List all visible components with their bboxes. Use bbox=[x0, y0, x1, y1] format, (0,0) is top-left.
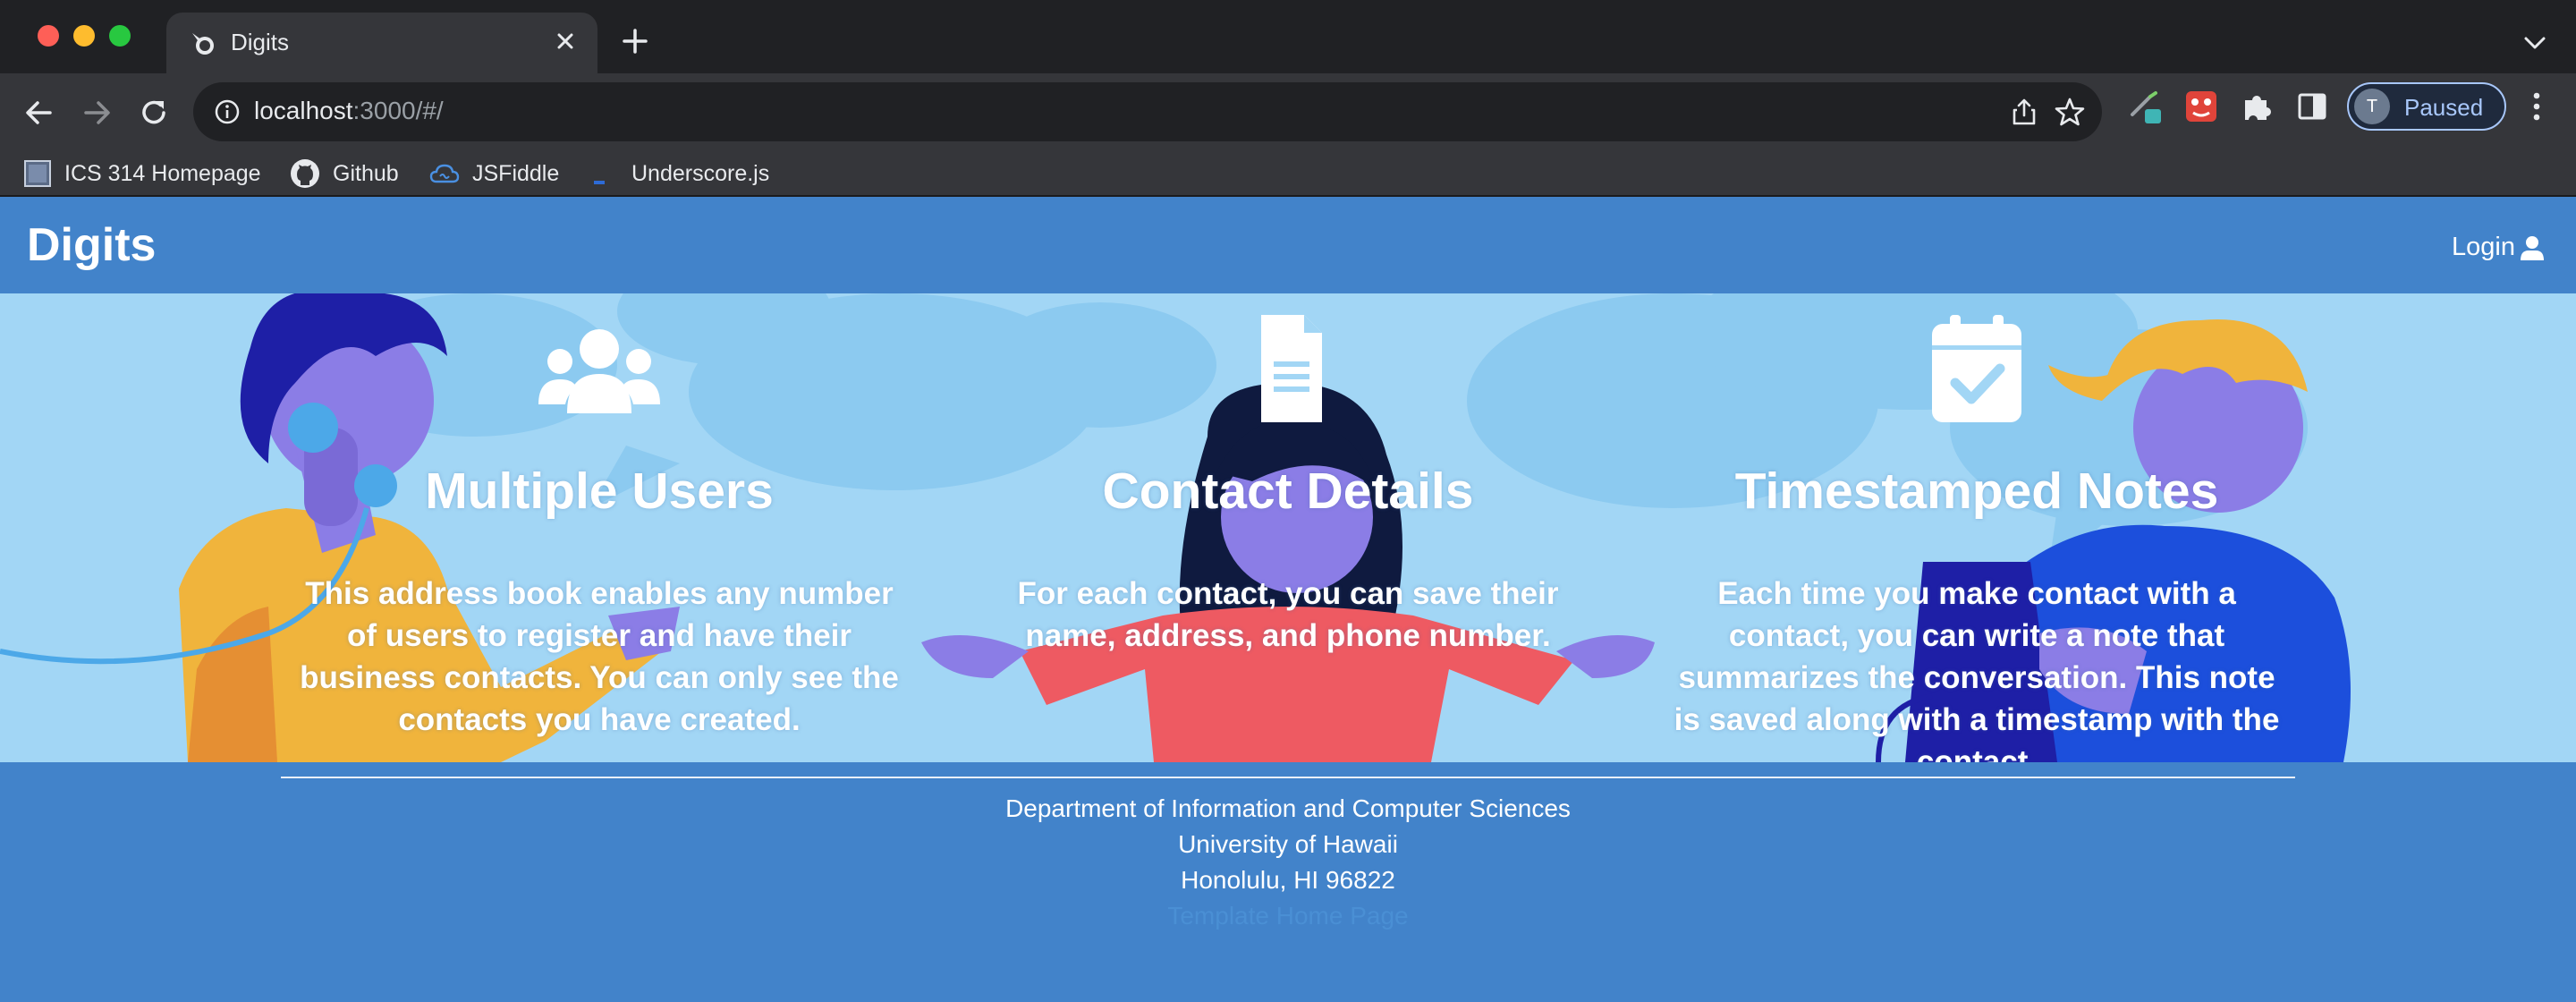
window-close-button[interactable] bbox=[38, 25, 59, 47]
browser-tab-digits[interactable]: Digits bbox=[166, 13, 597, 73]
url-text[interactable]: localhost:3000/#/ bbox=[254, 97, 444, 125]
puzzle-icon[interactable] bbox=[2238, 88, 2275, 125]
landing-hero: Multiple Users This address book enables… bbox=[0, 293, 2576, 762]
file-icon bbox=[1261, 315, 1322, 422]
underscore-icon bbox=[594, 181, 605, 184]
tab-title: Digits bbox=[231, 29, 290, 55]
bookmark-jsfiddle[interactable]: JSFiddle bbox=[429, 157, 559, 190]
feature-title: Multiple Users bbox=[425, 463, 774, 520]
bookmarks-bar: ICS 314 Homepage Github JSFiddle Undersc… bbox=[0, 154, 2576, 197]
footer-divider bbox=[281, 777, 2295, 778]
bookmark-star-icon[interactable] bbox=[2054, 96, 2086, 128]
footer-template-link[interactable]: Template Home Page bbox=[0, 902, 2576, 930]
window-minimize-button[interactable] bbox=[73, 25, 95, 47]
jsfiddle-icon bbox=[429, 164, 460, 183]
bookmark-ics314[interactable]: ICS 314 Homepage bbox=[23, 157, 261, 190]
footer-address: Honolulu, HI 96822 bbox=[1181, 866, 1395, 894]
pen-extension-icon[interactable] bbox=[2127, 88, 2165, 125]
bookmark-label: JSFiddle bbox=[472, 160, 560, 186]
back-arrow-icon[interactable] bbox=[20, 93, 59, 132]
bookmark-label: Github bbox=[333, 160, 399, 186]
share-icon[interactable] bbox=[2009, 97, 2039, 127]
profile-status-label: Paused bbox=[2404, 94, 2484, 121]
footer-university: University of Hawaii bbox=[1178, 830, 1398, 858]
sidepanel-icon[interactable] bbox=[2293, 88, 2331, 125]
feature-description: For each contact, you can save their nam… bbox=[1017, 576, 1559, 653]
url-path: :3000/#/ bbox=[352, 97, 444, 124]
github-icon bbox=[291, 159, 319, 188]
page-icon bbox=[24, 160, 51, 187]
meteor-favicon-icon bbox=[192, 33, 214, 55]
site-navbar: Digits Login bbox=[0, 197, 2576, 293]
tab-search-chevron-icon[interactable] bbox=[2519, 27, 2551, 59]
tab-close-icon[interactable] bbox=[549, 25, 581, 57]
red-extension-icon[interactable] bbox=[2182, 88, 2220, 125]
url-host: localhost bbox=[254, 97, 353, 124]
feature-description: Each time you make contact with a contac… bbox=[1674, 576, 2280, 762]
window-zoom-button[interactable] bbox=[109, 25, 131, 47]
bookmark-underscore[interactable]: Underscore.js bbox=[590, 157, 769, 190]
forward-arrow-icon[interactable] bbox=[77, 93, 116, 132]
avatar: T bbox=[2354, 89, 2390, 124]
footer-department: Department of Information and Computer S… bbox=[1005, 794, 1571, 822]
site-footer: Department of Information and Computer S… bbox=[0, 762, 2576, 1002]
login-dropdown[interactable]: Login bbox=[2452, 233, 2546, 262]
calendar-check-icon bbox=[1932, 315, 2021, 422]
address-bar[interactable]: localhost:3000/#/ bbox=[193, 82, 2102, 141]
users-icon bbox=[538, 329, 660, 413]
browser-menu-icon[interactable] bbox=[2521, 88, 2553, 125]
site-info-icon[interactable] bbox=[213, 98, 242, 126]
bookmark-label: Underscore.js bbox=[631, 160, 770, 186]
profile-button[interactable]: T Paused bbox=[2347, 82, 2506, 131]
reload-icon[interactable] bbox=[134, 93, 174, 132]
bookmark-label: ICS 314 Homepage bbox=[64, 160, 261, 186]
new-tab-plus-icon[interactable] bbox=[617, 23, 653, 59]
feature-title: Contact Details bbox=[1102, 463, 1474, 520]
brand-logo-link[interactable]: Digits bbox=[27, 218, 156, 272]
user-icon bbox=[2521, 235, 2544, 260]
bookmark-github[interactable]: Github bbox=[290, 157, 399, 190]
browser-tab-strip: Digits bbox=[0, 0, 2576, 73]
feature-title: Timestamped Notes bbox=[1734, 463, 2219, 520]
feature-description: This address book enables any number of … bbox=[300, 576, 899, 737]
login-label: Login bbox=[2452, 233, 2515, 261]
